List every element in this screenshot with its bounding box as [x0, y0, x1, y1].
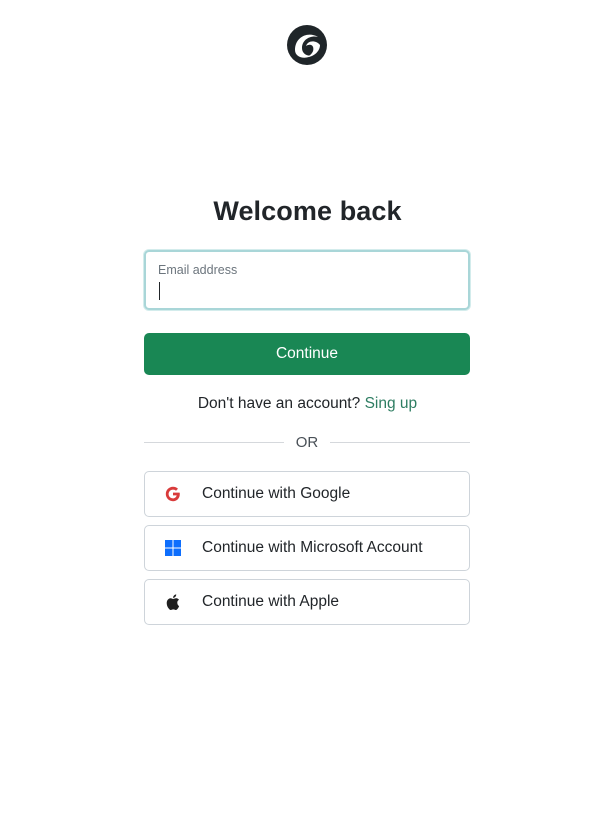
text-caret — [159, 282, 160, 300]
google-icon — [165, 486, 180, 502]
continue-with-google-button[interactable]: Continue with Google — [144, 471, 470, 517]
continue-with-apple-button[interactable]: Continue with Apple — [144, 579, 470, 625]
signup-prompt-row: Don't have an account? Sing up — [0, 393, 589, 415]
email-field[interactable]: Email address — [144, 250, 470, 310]
page-title: Welcome back — [213, 196, 402, 226]
apple-icon — [166, 594, 180, 610]
email-input[interactable] — [156, 280, 458, 302]
or-label: OR — [295, 434, 319, 451]
microsoft-button-label: Continue with Microsoft Account — [202, 539, 423, 556]
or-divider: OR — [144, 432, 470, 454]
signup-prompt-text: Don't have an account? — [197, 395, 361, 412]
continue-with-microsoft-button[interactable]: Continue with Microsoft Account — [144, 525, 470, 571]
app-logo-icon — [287, 25, 327, 65]
email-field-label: Email address — [158, 263, 238, 277]
apple-button-label: Continue with Apple — [202, 593, 340, 610]
signup-link[interactable]: Sing up — [365, 395, 418, 412]
google-button-label: Continue with Google — [202, 485, 351, 502]
divider-line-right — [330, 442, 470, 443]
continue-button[interactable]: Continue — [144, 333, 470, 375]
microsoft-icon — [165, 540, 181, 556]
